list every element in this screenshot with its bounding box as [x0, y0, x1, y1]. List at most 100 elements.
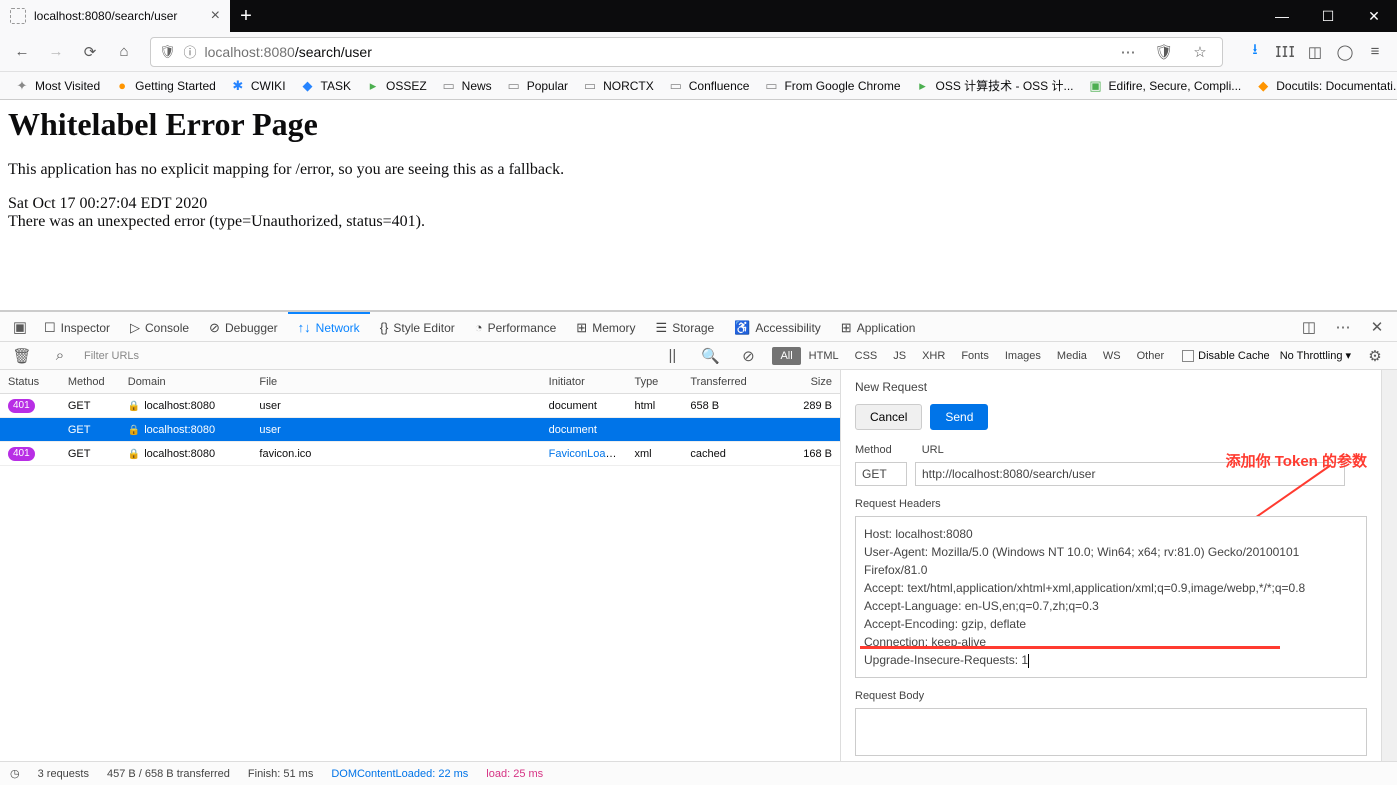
menu-icon[interactable]: ≡ [1361, 38, 1389, 66]
filter-icon[interactable]: ⌕ [46, 342, 74, 370]
pause-icon[interactable]: || [658, 342, 686, 370]
tab-inspector[interactable]: ☐Inspector [34, 312, 120, 342]
disable-cache-checkbox[interactable]: Disable Cache [1182, 350, 1270, 362]
filter-css[interactable]: CSS [847, 347, 886, 365]
bookmark-label: OSS 计算技术 - OSS 计... [936, 77, 1074, 94]
search-icon[interactable]: 🔍 [696, 342, 724, 370]
filter-other[interactable]: Other [1129, 347, 1173, 365]
tab-console[interactable]: ▷Console [120, 312, 199, 342]
bookmark-item[interactable]: ▭NORCTX [576, 75, 660, 97]
titlebar: localhost:8080/search/user × + — ☐ ✕ [0, 0, 1397, 32]
dock-icon[interactable]: ◫ [1295, 313, 1323, 341]
bookmark-item[interactable]: ◆ TASK [294, 75, 357, 97]
filter-js[interactable]: JS [885, 347, 914, 365]
downloads-icon[interactable]: ⭳ [1241, 38, 1269, 66]
method-input[interactable]: GET [855, 462, 907, 486]
network-status-bar: ◷ 3 requests 457 B / 658 B transferred F… [0, 761, 1397, 785]
tab-network[interactable]: ↑↓Network [288, 312, 370, 342]
tab-close-icon[interactable]: × [211, 7, 220, 25]
browser-tab[interactable]: localhost:8080/search/user × [0, 0, 230, 32]
settings-gear-icon[interactable]: ⚙ [1361, 342, 1389, 370]
body-textarea[interactable] [855, 708, 1367, 756]
headers-textarea[interactable]: Host: localhost:8080 User-Agent: Mozilla… [855, 516, 1367, 678]
filter-media[interactable]: Media [1049, 347, 1095, 365]
bookmark-icon: ◆ [300, 78, 316, 94]
library-icon[interactable]: 𝖨𝖨𝖨 [1271, 38, 1299, 66]
home-button[interactable]: ⌂ [110, 38, 138, 66]
sidebar-icon[interactable]: ◫ [1301, 38, 1329, 66]
table-row[interactable]: 401GET🔒localhost:8080favicon.icoFaviconL… [0, 442, 840, 466]
access-icon: ♿ [734, 320, 750, 336]
tab-storage[interactable]: ☰Storage [646, 312, 725, 342]
bookmark-label: TASK [321, 79, 351, 93]
bookmark-icon: ✱ [230, 78, 246, 94]
col-type[interactable]: Type [626, 376, 682, 388]
bookmark-label: Edifire, Secure, Compli... [1109, 79, 1242, 93]
col-size[interactable]: Size [782, 376, 840, 388]
devtools-close-icon[interactable]: ✕ [1363, 313, 1391, 341]
filter-input[interactable]: Filter URLs [84, 350, 139, 362]
bookmark-item[interactable]: ▸OSSEZ [359, 75, 433, 97]
tab-debugger[interactable]: ⊘Debugger [199, 312, 288, 342]
bookmark-label: Most Visited [35, 79, 100, 93]
bookmark-item[interactable]: ▭News [435, 75, 498, 97]
close-window-button[interactable]: ✕ [1351, 0, 1397, 32]
bookmark-item[interactable]: ▭Popular [500, 75, 574, 97]
new-tab-button[interactable]: + [230, 0, 262, 32]
bookmark-item[interactable]: ▭Confluence [662, 75, 756, 97]
bookmark-item[interactable]: ●Getting Started [108, 75, 222, 97]
table-row[interactable]: 401GET🔒localhost:8080userdocumenthtml658… [0, 394, 840, 418]
bookmark-item[interactable]: ◆Docutils: Documentati... [1249, 75, 1397, 97]
col-status[interactable]: Status [0, 376, 60, 388]
tab-style-editor[interactable]: {}Style Editor [370, 312, 465, 342]
tab-memory[interactable]: ⊞Memory [566, 312, 645, 342]
reload-button[interactable]: ⟳ [76, 38, 104, 66]
clear-icon[interactable]: 🗑 [8, 342, 36, 370]
page-actions-icon[interactable]: ⋯ [1114, 38, 1142, 66]
tab-performance[interactable]: ◔Performance [465, 312, 567, 342]
filter-images[interactable]: Images [997, 347, 1049, 365]
debugger-icon: ⊘ [209, 320, 220, 336]
bookmark-item[interactable]: ▸OSS 计算技术 - OSS 计... [909, 74, 1080, 97]
cancel-button[interactable]: Cancel [855, 404, 922, 430]
url-bar[interactable]: 🛡 ⓘ localhost:8080/search/user ⋯ 🛡 ☆ [150, 37, 1223, 67]
block-icon[interactable]: ⊘ [734, 342, 762, 370]
col-method[interactable]: Method [60, 376, 120, 388]
method-label: Method [855, 444, 892, 456]
tab-accessibility[interactable]: ♿Accessibility [724, 312, 831, 342]
chevron-down-icon: ▾ [1345, 349, 1351, 362]
col-domain[interactable]: Domain [120, 376, 252, 388]
col-initiator[interactable]: Initiator [541, 376, 627, 388]
devtools-menu-icon[interactable]: ⋯ [1329, 313, 1357, 341]
filter-all[interactable]: All [772, 347, 800, 365]
filter-html[interactable]: HTML [801, 347, 847, 365]
filter-xhr[interactable]: XHR [914, 347, 953, 365]
bookmark-icon: ▭ [763, 78, 779, 94]
bookmark-label: CWIKI [251, 79, 286, 93]
bookmark-label: Confluence [689, 79, 750, 93]
console-icon: ▷ [130, 320, 140, 336]
filter-fonts[interactable]: Fonts [953, 347, 997, 365]
perf-icon: ◔ [475, 320, 483, 335]
tab-application[interactable]: ⊞Application [831, 312, 926, 342]
pick-element-icon[interactable]: ▣ [6, 313, 34, 341]
col-file[interactable]: File [251, 376, 540, 388]
status-transferred: 457 B / 658 B transferred [107, 768, 230, 780]
bookmark-item[interactable]: ✦Most Visited [8, 75, 106, 97]
throttling-select[interactable]: No Throttling ▾ [1280, 349, 1351, 362]
back-button[interactable]: ← [8, 38, 36, 66]
navbar: ← → ⟳ ⌂ 🛡 ⓘ localhost:8080/search/user ⋯… [0, 32, 1397, 72]
account-icon[interactable]: ◯ [1331, 38, 1359, 66]
bookmark-item[interactable]: ▣Edifire, Secure, Compli... [1082, 75, 1248, 97]
minimize-button[interactable]: — [1259, 0, 1305, 32]
filter-ws[interactable]: WS [1095, 347, 1129, 365]
bookmark-star-icon[interactable]: ☆ [1186, 38, 1214, 66]
bookmark-item[interactable]: ✱ CWIKI [224, 75, 292, 97]
table-row[interactable]: GET🔒localhost:8080userdocument [0, 418, 840, 442]
send-button[interactable]: Send [930, 404, 988, 430]
permissions-icon[interactable]: 🛡 [1150, 38, 1178, 66]
scrollbar[interactable] [1381, 370, 1397, 761]
bookmark-item[interactable]: ▭From Google Chrome [757, 75, 906, 97]
col-transferred[interactable]: Transferred [682, 376, 782, 388]
maximize-button[interactable]: ☐ [1305, 0, 1351, 32]
